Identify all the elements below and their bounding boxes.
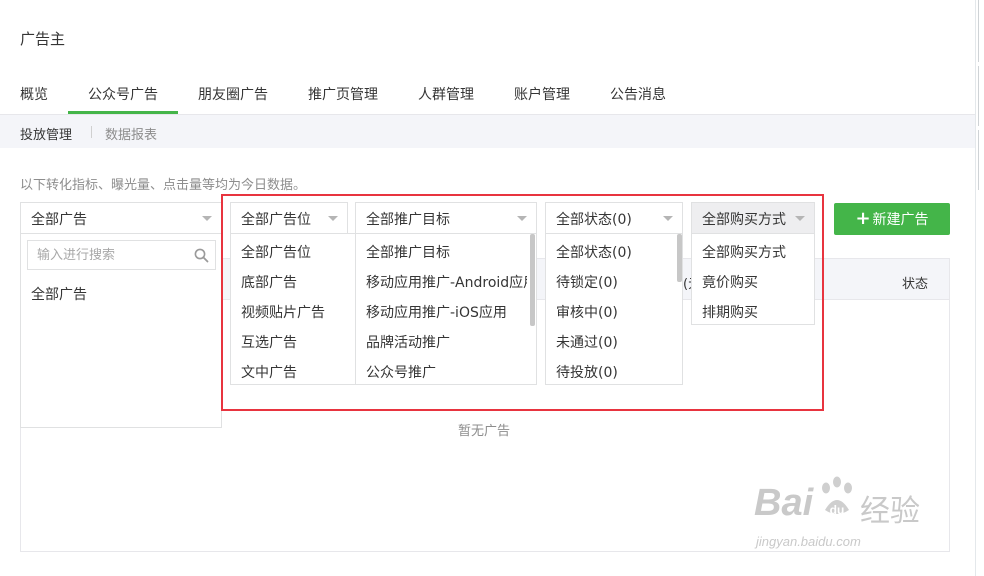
- page-scrollbar[interactable]: [975, 0, 984, 576]
- tab-moments-ads[interactable]: 朋友圈广告: [198, 84, 268, 104]
- tab-overview[interactable]: 概览: [20, 84, 48, 104]
- ad-search-input[interactable]: [28, 241, 178, 269]
- search-icon[interactable]: [194, 248, 209, 263]
- new-ad-button-label: 新建广告: [872, 212, 929, 228]
- watermark-url: jingyan.baidu.com: [756, 534, 861, 549]
- page-title: 广告主: [20, 30, 66, 48]
- tab-audience[interactable]: 人群管理: [418, 84, 474, 104]
- subnav-divider: [91, 126, 92, 138]
- ad-select[interactable]: 全部广告: [20, 202, 222, 234]
- watermark-brand-a: Bai: [754, 482, 814, 524]
- plus-icon: +: [855, 208, 871, 229]
- subnav-delivery[interactable]: 投放管理: [20, 124, 72, 143]
- baidu-watermark: Bai du 经验 jingyan.baidu.com: [754, 462, 934, 562]
- watermark-brand-b: du: [830, 503, 845, 517]
- chevron-down-icon: [202, 216, 212, 221]
- main-tabs: 概览 公众号广告 朋友圈广告 推广页管理 人群管理 账户管理 公告消息: [0, 76, 975, 114]
- empty-state: 暂无广告: [458, 424, 511, 439]
- sub-nav: 投放管理 数据报表: [0, 114, 975, 148]
- new-ad-button[interactable]: + 新建广告: [834, 203, 950, 235]
- tab-account[interactable]: 账户管理: [514, 84, 570, 104]
- subnav-reports[interactable]: 数据报表: [105, 124, 157, 143]
- watermark-brand-c: 经验: [860, 494, 920, 529]
- paw-icon: du: [822, 476, 852, 517]
- ad-search-box[interactable]: [27, 240, 216, 270]
- table-header-status: 状态: [902, 277, 929, 292]
- data-notice: 以下转化指标、曝光量、点击量等均为今日数据。: [20, 178, 307, 193]
- tab-announcements[interactable]: 公告消息: [610, 84, 666, 104]
- tab-official-account-ads[interactable]: 公众号广告: [88, 84, 158, 104]
- ad-option-all[interactable]: 全部广告: [31, 284, 87, 304]
- tab-landing-page[interactable]: 推广页管理: [308, 84, 378, 104]
- highlight-box: [221, 194, 824, 411]
- ad-select-value: 全部广告: [31, 212, 87, 228]
